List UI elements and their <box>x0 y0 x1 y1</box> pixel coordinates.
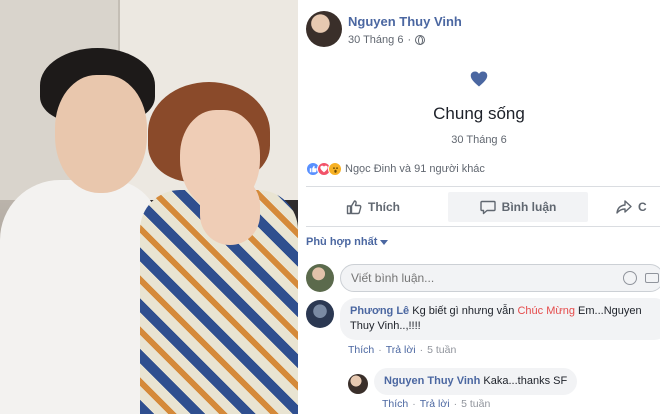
commenter-name[interactable]: Nguyen Thuy Vinh <box>384 375 480 387</box>
heart-icon <box>467 66 491 90</box>
share-button-label: C <box>638 200 647 214</box>
author-name[interactable]: Nguyen Thuy Vinh <box>348 14 462 29</box>
post-panel: Nguyen Thuy Vinh 30 Tháng 6 · Chung sống… <box>298 0 660 414</box>
commenter-name[interactable]: Phương Lê <box>350 305 409 317</box>
globe-icon[interactable] <box>415 35 426 45</box>
comment-reply: Nguyen Thuy Vinh Kaka...thanks SF Thích ·… <box>348 368 660 414</box>
comment: Phương Lê Kg biết gì nhưng vẫn Chúc Mừng… <box>306 298 660 362</box>
post-photo[interactable] <box>0 0 298 414</box>
separator: · <box>453 398 458 410</box>
comment-actions: Thích · Trả lời · 5 tuần <box>382 398 490 410</box>
comment-time[interactable]: 5 tuần <box>461 398 490 410</box>
separator: · <box>419 344 424 356</box>
comment-text: Kaka...thanks SF <box>483 375 568 387</box>
post-date[interactable]: 30 Tháng 6 <box>348 34 403 46</box>
post-meta: 30 Tháng 6 · <box>348 34 426 46</box>
author-avatar[interactable] <box>306 11 342 47</box>
comment-button[interactable]: Bình luận <box>448 192 588 222</box>
reactions-summary[interactable]: Ngọc Đinh và 91 người khác <box>345 163 485 175</box>
person-left-shirt <box>0 180 160 414</box>
comment-input[interactable] <box>351 271 601 285</box>
comment-reply-link[interactable]: Trả lời <box>386 344 416 356</box>
meta-separator: · <box>407 34 412 46</box>
viewer-avatar[interactable] <box>306 264 334 292</box>
wow-reaction-icon <box>328 162 342 176</box>
commenter-avatar[interactable] <box>306 300 334 328</box>
thumbs-up-icon <box>346 199 362 215</box>
life-event: Chung sống 30 Tháng 6 <box>298 60 660 146</box>
comment-text: Kg biết gì nhưng vẫn <box>412 305 515 317</box>
comment-highlight-text: Chúc Mừng <box>517 305 575 317</box>
comment-button-label: Bình luận <box>501 200 557 214</box>
comment-input-box[interactable] <box>340 264 660 292</box>
reactions-bar[interactable]: Ngọc Đinh và 91 người khác <box>306 162 485 176</box>
comment-sort-label: Phù hợp nhất <box>306 236 378 248</box>
comment-sort-dropdown[interactable]: Phù hợp nhất <box>306 236 389 248</box>
separator: · <box>412 398 416 410</box>
share-button[interactable]: C <box>588 192 660 222</box>
comment-actions: Thích · Trả lời · 5 tuần <box>348 344 456 356</box>
divider <box>306 186 660 187</box>
emoji-icon[interactable] <box>623 271 637 285</box>
comment-bubble: Nguyen Thuy Vinh Kaka...thanks SF <box>374 368 578 395</box>
person-left-face <box>55 75 147 193</box>
like-button[interactable]: Thích <box>298 192 448 222</box>
share-icon <box>616 199 632 215</box>
comment-bubble: Phương Lê Kg biết gì nhưng vẫn Chúc Mừng… <box>340 298 660 340</box>
comment-like-link[interactable]: Thích <box>382 398 408 410</box>
commenter-avatar[interactable] <box>348 374 368 394</box>
comment-icon <box>479 199 496 215</box>
comment-composer <box>306 262 660 294</box>
comment-like-link[interactable]: Thích <box>348 344 374 356</box>
separator: · <box>378 344 382 356</box>
camera-icon[interactable] <box>645 273 659 283</box>
post-actions: Thích Bình luận C <box>298 190 660 224</box>
life-event-date: 30 Tháng 6 <box>451 134 507 146</box>
comment-time[interactable]: 5 tuần <box>427 344 456 356</box>
like-button-label: Thích <box>368 200 400 214</box>
life-event-title: Chung sống <box>433 104 525 123</box>
comment-reply-link[interactable]: Trả lời <box>420 398 450 410</box>
chevron-down-icon <box>380 239 389 245</box>
person-right-arm <box>200 175 260 245</box>
divider <box>306 226 660 227</box>
reaction-icons <box>306 162 342 176</box>
